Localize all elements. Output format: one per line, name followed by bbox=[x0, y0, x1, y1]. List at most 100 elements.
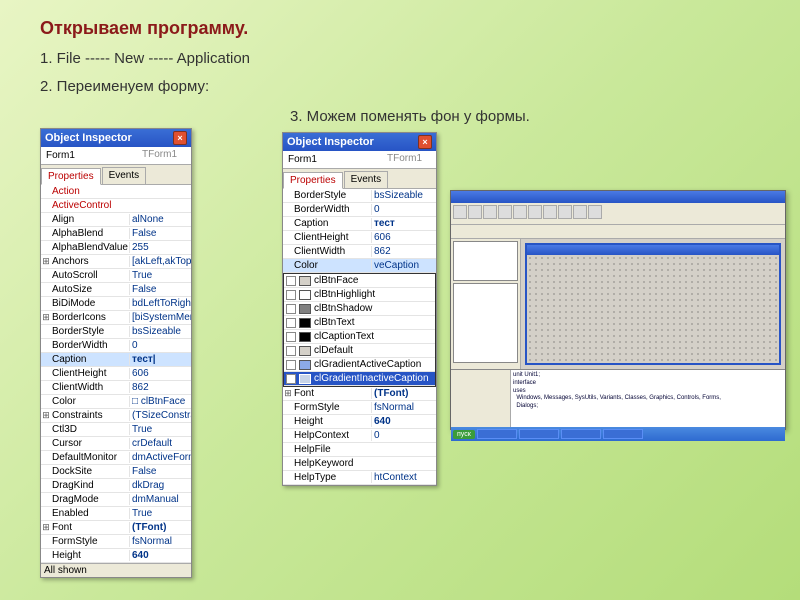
property-value[interactable]: True bbox=[129, 424, 191, 435]
tab-properties[interactable]: Properties bbox=[283, 172, 343, 189]
property-row[interactable]: HelpFile bbox=[283, 443, 436, 457]
property-value[interactable]: True bbox=[129, 508, 191, 519]
property-row[interactable]: AlphaBlendValue255 bbox=[41, 241, 191, 255]
property-row[interactable]: ⊞BorderIcons[biSystemMenu, bbox=[41, 311, 191, 325]
property-value[interactable]: crDefault bbox=[129, 438, 191, 449]
property-row[interactable]: ClientWidth862 bbox=[283, 245, 436, 259]
expand-icon[interactable]: ⊞ bbox=[41, 522, 51, 533]
property-row[interactable]: HelpTypehtContext bbox=[283, 471, 436, 485]
property-value[interactable]: bsSizeable bbox=[371, 190, 436, 201]
property-value[interactable]: dmManual bbox=[129, 494, 191, 505]
property-row[interactable]: FormStylefsNormal bbox=[283, 401, 436, 415]
taskbar-button[interactable] bbox=[603, 429, 643, 439]
property-row[interactable]: Captionтест| bbox=[41, 353, 191, 367]
property-value[interactable]: False bbox=[129, 284, 191, 295]
property-value[interactable]: veCaption bbox=[371, 260, 436, 271]
property-row[interactable]: HelpKeyword bbox=[283, 457, 436, 471]
color-option[interactable]: clBtnFace bbox=[284, 274, 435, 288]
property-row[interactable]: HelpContext0 bbox=[283, 429, 436, 443]
form-titlebar[interactable] bbox=[527, 245, 779, 255]
oi2-color-dropdown[interactable]: clBtnFaceclBtnHighlightclBtnShadowclBtnT… bbox=[283, 273, 436, 387]
start-button[interactable]: пуск bbox=[453, 430, 475, 439]
property-value[interactable]: 640 bbox=[371, 416, 436, 427]
property-row[interactable]: EnabledTrue bbox=[41, 507, 191, 521]
property-value[interactable]: False bbox=[129, 466, 191, 477]
property-row[interactable]: Height640 bbox=[283, 415, 436, 429]
property-value[interactable]: 606 bbox=[371, 232, 436, 243]
ide-form-designer[interactable] bbox=[525, 243, 781, 365]
property-row[interactable]: ActiveControl bbox=[41, 199, 191, 213]
property-value[interactable]: bdLeftToRight bbox=[129, 298, 191, 309]
property-row[interactable]: ClientHeight606 bbox=[41, 367, 191, 381]
property-row[interactable]: BorderWidth0 bbox=[283, 203, 436, 217]
windows-taskbar[interactable]: пуск bbox=[451, 427, 785, 441]
oi1-titlebar[interactable]: Object Inspector × bbox=[41, 129, 191, 147]
property-value[interactable]: 0 bbox=[371, 204, 436, 215]
property-value[interactable]: тест bbox=[371, 218, 436, 229]
property-row[interactable]: AutoScrollTrue bbox=[41, 269, 191, 283]
tab-events[interactable]: Events bbox=[344, 171, 389, 188]
property-row[interactable]: Action bbox=[41, 185, 191, 199]
property-row[interactable]: DragKinddkDrag bbox=[41, 479, 191, 493]
taskbar-button[interactable] bbox=[477, 429, 517, 439]
taskbar-button[interactable] bbox=[561, 429, 601, 439]
property-row[interactable]: DragModedmManual bbox=[41, 493, 191, 507]
property-row[interactable]: BorderStylebsSizeable bbox=[283, 189, 436, 203]
property-value[interactable]: fsNormal bbox=[129, 536, 191, 547]
property-row[interactable]: ⊞Font(TFont) bbox=[283, 387, 436, 401]
property-value[interactable]: (TFont) bbox=[129, 522, 191, 533]
property-row[interactable]: BorderWidth0 bbox=[41, 339, 191, 353]
property-row[interactable]: ⊞Constraints(TSizeConstrain bbox=[41, 409, 191, 423]
property-value[interactable]: □ clBtnFace bbox=[129, 396, 191, 407]
property-value[interactable]: 606 bbox=[129, 368, 191, 379]
color-option[interactable]: clGradientActiveCaption bbox=[284, 358, 435, 372]
property-value[interactable]: fsNormal bbox=[371, 402, 436, 413]
property-row[interactable]: DefaultMonitordmActiveForm bbox=[41, 451, 191, 465]
property-row[interactable]: AlignalNone bbox=[41, 213, 191, 227]
property-value[interactable]: True bbox=[129, 270, 191, 281]
color-option[interactable]: clBtnHighlight bbox=[284, 288, 435, 302]
oi2-property-grid-2[interactable]: ⊞Font(TFont)FormStylefsNormalHeight640He… bbox=[283, 387, 436, 485]
property-row[interactable]: DockSiteFalse bbox=[41, 465, 191, 479]
taskbar-button[interactable] bbox=[519, 429, 559, 439]
ide-code-explorer[interactable] bbox=[451, 370, 511, 427]
tab-properties[interactable]: Properties bbox=[41, 168, 101, 185]
property-value[interactable]: 0 bbox=[371, 430, 436, 441]
form-design-surface[interactable] bbox=[527, 255, 779, 363]
close-icon[interactable]: × bbox=[173, 131, 187, 145]
ide-object-inspector-mini[interactable] bbox=[453, 283, 518, 363]
property-value[interactable]: (TFont) bbox=[371, 388, 436, 399]
property-value[interactable]: 640 bbox=[129, 550, 191, 561]
color-option[interactable]: clBtnShadow bbox=[284, 302, 435, 316]
property-row[interactable]: Color□ clBtnFace bbox=[41, 395, 191, 409]
property-row[interactable]: ⊞Anchors[akLeft,akTop] bbox=[41, 255, 191, 269]
ide-tree-window[interactable] bbox=[453, 241, 518, 281]
property-value[interactable]: тест| bbox=[129, 354, 191, 365]
property-row[interactable]: ClientWidth862 bbox=[41, 381, 191, 395]
property-row[interactable]: FormStylefsNormal bbox=[41, 535, 191, 549]
property-value[interactable]: [akLeft,akTop] bbox=[129, 256, 191, 267]
ide-component-tabs[interactable] bbox=[451, 225, 785, 239]
ide-code-text[interactable]: unit Unit1; interface uses Windows, Mess… bbox=[511, 370, 785, 427]
property-value[interactable]: htContext bbox=[371, 472, 436, 483]
oi2-property-grid[interactable]: BorderStylebsSizeableBorderWidth0Caption… bbox=[283, 189, 436, 273]
property-value[interactable]: 862 bbox=[371, 246, 436, 257]
expand-icon[interactable]: ⊞ bbox=[41, 410, 51, 421]
property-value[interactable]: dkDrag bbox=[129, 480, 191, 491]
property-value[interactable]: 0 bbox=[129, 340, 191, 351]
property-value[interactable]: dmActiveForm bbox=[129, 452, 191, 463]
oi2-titlebar[interactable]: Object Inspector × bbox=[283, 133, 436, 151]
property-value[interactable]: [biSystemMenu, bbox=[129, 312, 191, 323]
property-value[interactable]: bsSizeable bbox=[129, 326, 191, 337]
expand-icon[interactable]: ⊞ bbox=[41, 256, 51, 267]
property-row[interactable]: ⊞Font(TFont) bbox=[41, 521, 191, 535]
property-row[interactable]: Captionтест bbox=[283, 217, 436, 231]
property-value[interactable]: alNone bbox=[129, 214, 191, 225]
oi1-object-combo[interactable]: Form1 TForm1 bbox=[41, 147, 191, 165]
property-row[interactable]: AlphaBlendFalse bbox=[41, 227, 191, 241]
ide-menubar[interactable] bbox=[451, 191, 785, 203]
color-option[interactable]: clDefault bbox=[284, 344, 435, 358]
color-option[interactable]: clCaptionText bbox=[284, 330, 435, 344]
property-value[interactable]: 255 bbox=[129, 242, 191, 253]
close-icon[interactable]: × bbox=[418, 135, 432, 149]
